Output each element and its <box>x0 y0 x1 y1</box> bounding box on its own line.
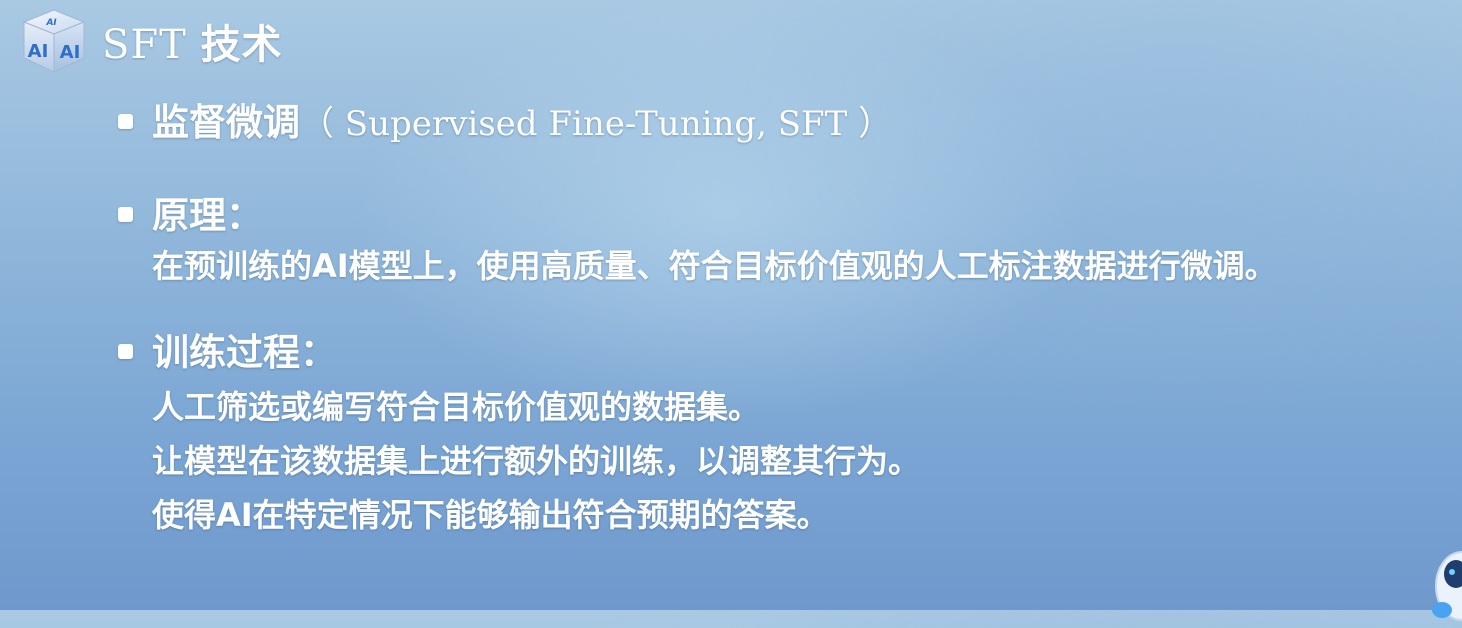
bullet-square-icon <box>118 344 133 359</box>
bullet-item-sft: 监督微调（ Supervised Fine-Tuning, SFT ） <box>118 96 1458 151</box>
process-line: 使得AI在特定情况下能够输出符合预期的答案。 <box>152 496 829 534</box>
bullet-heading-zh: 监督微调 <box>152 101 300 144</box>
logo-text-right: AI <box>60 42 81 63</box>
process-line: 人工筛选或编写符合目标价值观的数据集。 <box>152 388 761 426</box>
logo-text-top: AI <box>45 18 57 28</box>
bullet-heading: 监督微调（ Supervised Fine-Tuning, SFT ） <box>152 96 1458 151</box>
bullet-heading-paren: （ Supervised Fine-Tuning, SFT ） <box>300 104 893 144</box>
ai-cube-logo: AI AI AI <box>20 8 88 74</box>
bullet-item-principle: 原理： 在预训练的AI模型上，使用高质量、符合目标价值观的人工标注数据进行微调。 <box>118 189 1458 290</box>
corner-assistant-icon[interactable] <box>1432 540 1462 624</box>
slide-title-zh: 技术 <box>200 22 283 68</box>
logo-text-left: AI <box>28 41 49 62</box>
slide-content: 监督微调（ Supervised Fine-Tuning, SFT ） 原理： … <box>118 96 1458 542</box>
slide-title: SFT 技术 <box>102 12 283 70</box>
bullet-square-icon <box>118 114 133 129</box>
slide-header: AI AI AI SFT 技术 <box>20 6 283 76</box>
slide-title-en: SFT <box>102 22 187 68</box>
bullet-heading: 原理： <box>152 194 263 237</box>
bullet-heading: 训练过程： <box>152 331 337 374</box>
bullet-item-training-process: 训练过程： 人工筛选或编写符合目标价值观的数据集。 让模型在该数据集上进行额外的… <box>118 326 1458 542</box>
bullet-square-icon <box>118 207 133 222</box>
process-line: 让模型在该数据集上进行额外的训练，以调整其行为。 <box>152 442 921 480</box>
principle-text: 在预训练的AI模型上，使用高质量、符合目标价值观的人工标注数据进行微调。 <box>152 247 1277 285</box>
